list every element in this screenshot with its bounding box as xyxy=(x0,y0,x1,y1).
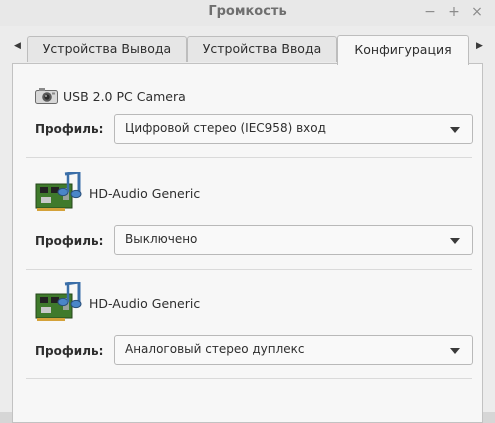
titlebar: Громкость − + × xyxy=(0,0,495,26)
tab-input-devices[interactable]: Устройства Ввода xyxy=(187,36,337,62)
profile-select-value: Выключено xyxy=(125,232,198,246)
tab-strip: ◀ Устройства Вывода Устройства Ввода Кон… xyxy=(0,26,495,65)
configuration-panel: USB 2.0 PC Camera Профиль: Цифровой стер… xyxy=(12,63,483,423)
tab-output-devices[interactable]: Устройства Вывода xyxy=(27,36,187,62)
minimize-button[interactable]: − xyxy=(422,3,438,21)
chevron-down-icon xyxy=(450,127,460,133)
separator xyxy=(26,378,472,379)
tab-scroll-left-icon[interactable]: ◀ xyxy=(14,41,21,51)
sound-card-icon xyxy=(35,280,83,326)
profile-select-value: Цифровой стерео (IEC958) вход xyxy=(125,121,326,135)
device-name-hd-audio-1: HD-Audio Generic xyxy=(89,186,201,201)
profile-label: Профиль: xyxy=(35,344,104,358)
profile-label: Профиль: xyxy=(35,234,104,248)
tab-configuration[interactable]: Конфигурация xyxy=(337,35,469,65)
profile-select-value: Аналоговый стерео дуплекс xyxy=(125,342,305,356)
device-name-hd-audio-2: HD-Audio Generic xyxy=(89,296,201,311)
chevron-down-icon xyxy=(450,238,460,244)
maximize-button[interactable]: + xyxy=(446,3,462,21)
profile-select-usb-camera[interactable]: Цифровой стерео (IEC958) вход xyxy=(114,114,473,144)
profile-select-hd-audio-2[interactable]: Аналоговый стерео дуплекс xyxy=(114,335,473,365)
camera-icon xyxy=(35,87,59,109)
window-title: Громкость xyxy=(208,4,287,19)
sound-card-icon xyxy=(35,170,83,216)
device-name-usb-camera: USB 2.0 PC Camera xyxy=(63,89,186,104)
chevron-down-icon xyxy=(450,348,460,354)
volume-window: Громкость − + × ◀ Устройства Вывода Устр… xyxy=(0,0,495,423)
separator xyxy=(26,157,472,158)
close-button[interactable]: × xyxy=(469,3,485,21)
tab-scroll-right-icon[interactable]: ▶ xyxy=(476,41,483,51)
profile-label: Профиль: xyxy=(35,122,104,136)
profile-select-hd-audio-1[interactable]: Выключено xyxy=(114,225,473,255)
separator xyxy=(26,269,472,270)
